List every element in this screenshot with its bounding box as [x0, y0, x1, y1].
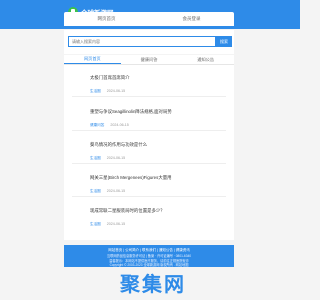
- nav-item-login[interactable]: 会员登录: [149, 12, 234, 26]
- tab-home[interactable]: 网页首页: [64, 55, 121, 64]
- tab-notice[interactable]: 通知公告: [177, 55, 234, 64]
- article-date: 2024-06-15: [106, 189, 126, 193]
- nav-item-home[interactable]: 网页首页: [64, 12, 149, 26]
- article-item[interactable]: 葵鸟情况的作用与功效是什么 生活圈 2024-06-15: [68, 134, 230, 164]
- divider: [72, 96, 226, 97]
- search-button[interactable]: 搜索: [216, 36, 232, 47]
- watermark-logo: 聚集网: [120, 274, 186, 296]
- article-meta: 生活圈 2024-06-15: [90, 156, 125, 161]
- article-tag[interactable]: 生活圈: [90, 156, 101, 160]
- article-date: 2024-06-15: [110, 123, 129, 127]
- article-meta: 生活圈 2024-06-15: [90, 189, 125, 194]
- article-title[interactable]: 重塑与争议Seagillinolin降法规格,面对局势: [90, 109, 172, 115]
- search-input[interactable]: [68, 36, 216, 47]
- divider: [72, 196, 226, 197]
- article-tag[interactable]: 健康问答: [90, 123, 104, 127]
- search-bar: 搜索: [64, 30, 234, 54]
- article-title[interactable]: 网关三星(Birch Mergenees)Figures大量用: [90, 175, 172, 181]
- article-meta: 生活圈 2024-06-15: [90, 222, 125, 227]
- article-tag[interactable]: 生活圈: [90, 89, 101, 93]
- article-meta: 生活圈 2024-06-15: [90, 89, 125, 94]
- divider: [72, 130, 226, 131]
- tab-health-qa[interactable]: 健康问答: [121, 55, 178, 64]
- site-footer: 网站首页 | 公司简介 | 联系我们 | 通知公告 | 健康资讯 互联网药品信息…: [64, 245, 234, 267]
- content-panel: 网页首页 健康问答 通知公告 太极门首席首席简介 生活圈 2024-06-15 重…: [64, 55, 234, 240]
- article-item[interactable]: 现成常联二星服装局时的位置是多少？ 生活圈 2024-06-15: [68, 200, 230, 230]
- article-title[interactable]: 葵鸟情况的作用与功效是什么: [90, 142, 147, 148]
- main-nav: 网页首页 会员登录: [64, 12, 234, 26]
- article-meta: 健康问答 2024-06-15: [90, 123, 129, 128]
- divider: [72, 163, 226, 164]
- article-date: 2024-06-15: [106, 89, 126, 93]
- article-item[interactable]: 太极门首席首席简介 生活圈 2024-06-15: [68, 67, 230, 97]
- article-item[interactable]: 重塑与争议Seagillinolin降法规格,面对局势 健康问答 2024-06-…: [68, 101, 230, 131]
- article-tag[interactable]: 生活圈: [90, 222, 101, 226]
- article-tag[interactable]: 生活圈: [90, 189, 101, 193]
- article-title[interactable]: 太极门首席首席简介: [90, 75, 130, 81]
- article-date: 2024-06-15: [106, 222, 126, 226]
- article-item[interactable]: 网关三星(Birch Mergenees)Figures大量用 生活圈 2024-…: [68, 167, 230, 197]
- article-date: 2024-06-15: [106, 156, 126, 160]
- tab-bar: 网页首页 健康问答 通知公告: [64, 55, 234, 65]
- footer-copyright: Copyright © 2003-2023 全球新游网 版权所有 . 网站地图: [109, 263, 189, 267]
- article-title[interactable]: 现成常联二星服装局时的位置是多少？: [90, 208, 165, 214]
